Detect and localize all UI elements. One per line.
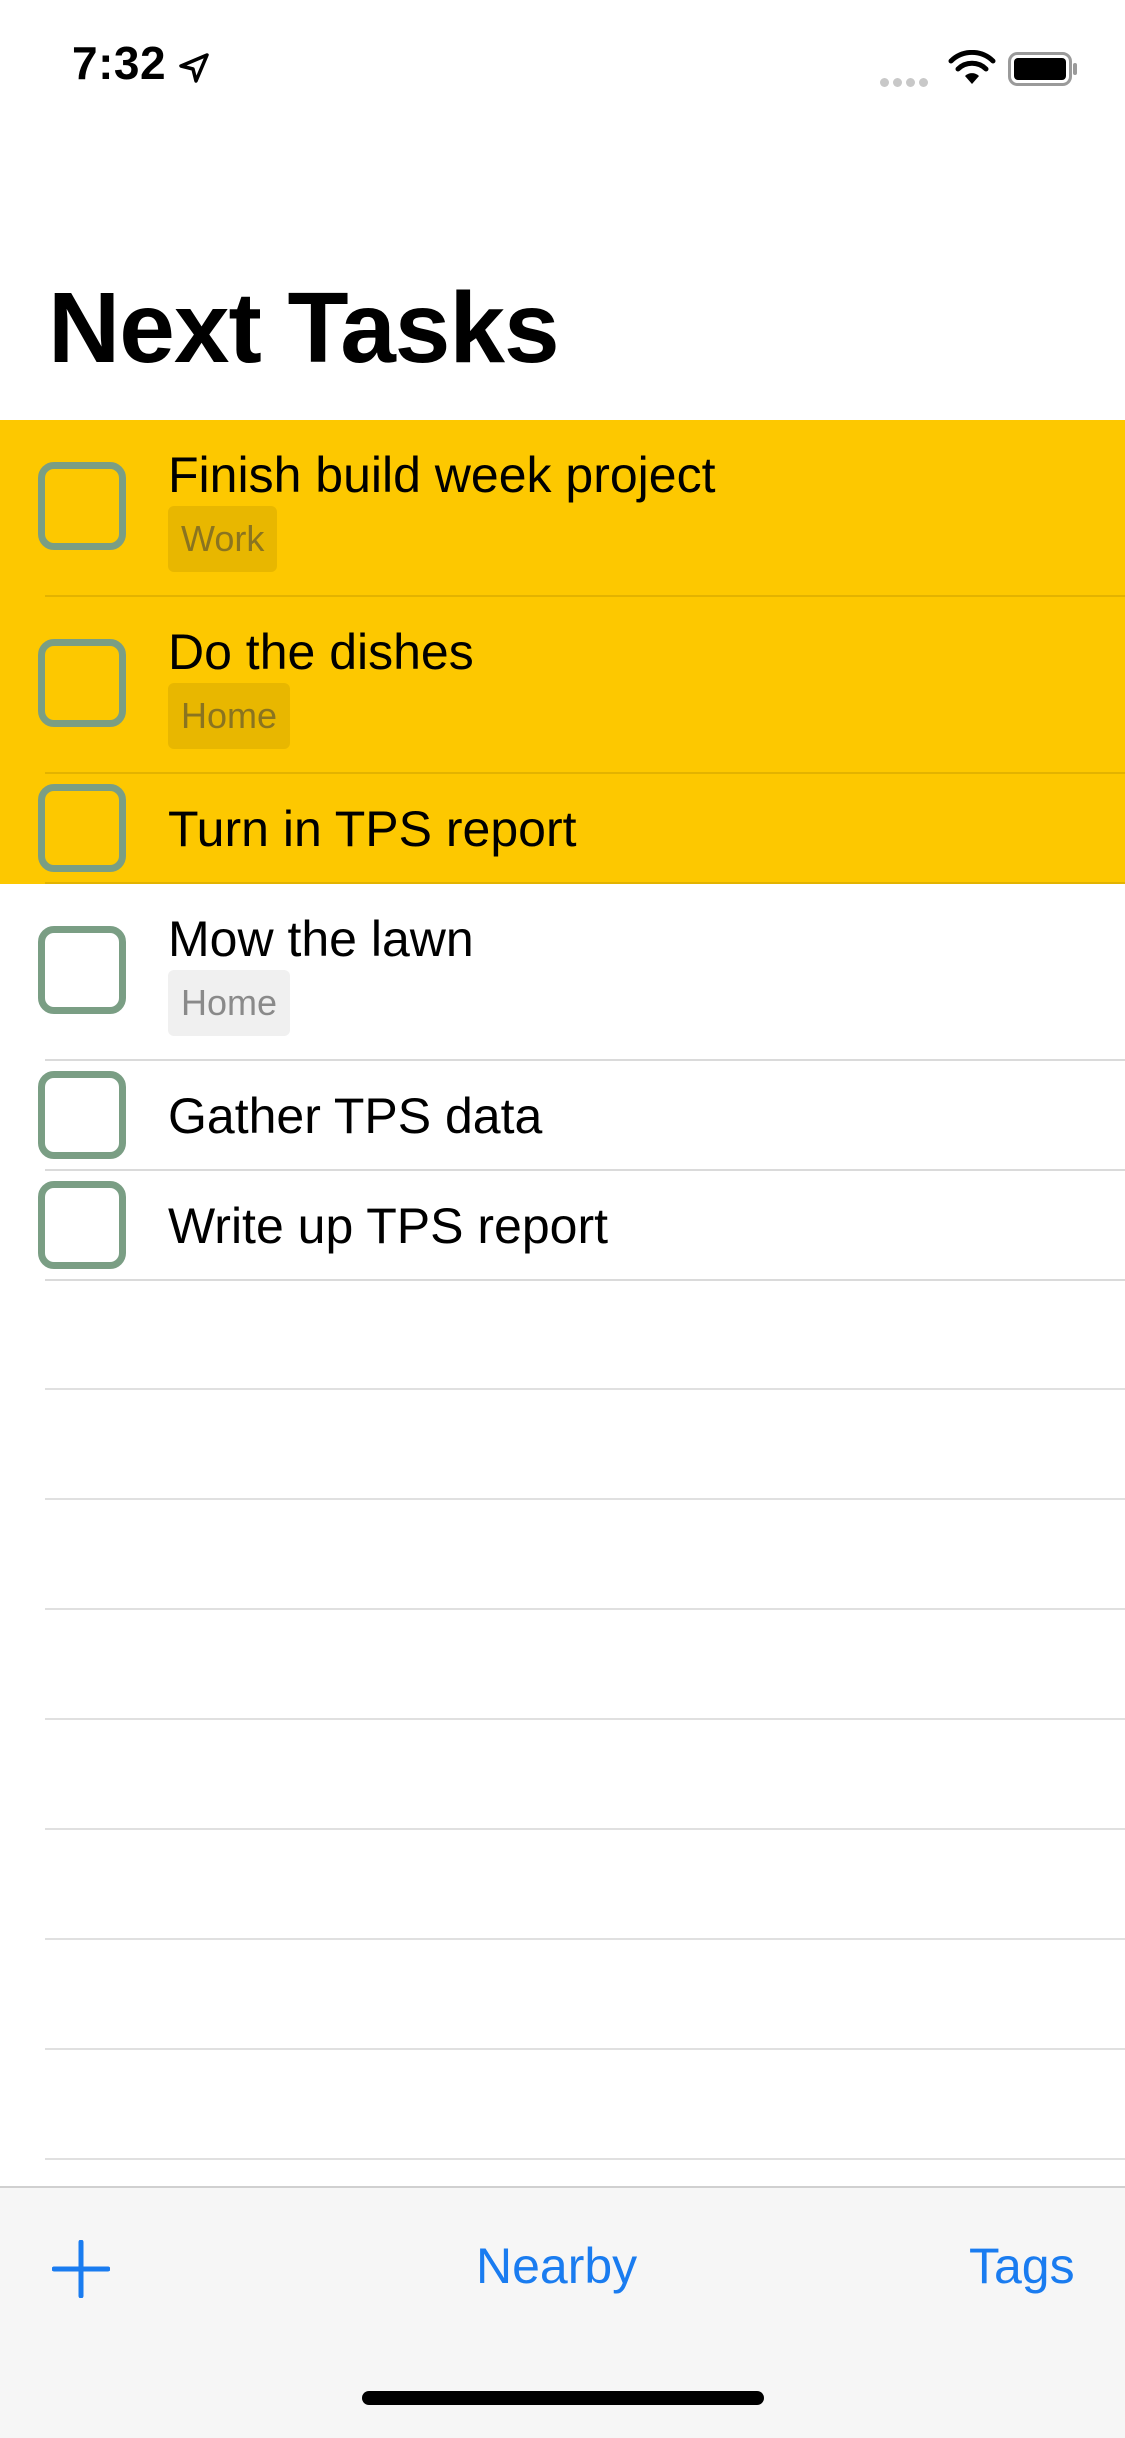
task-row[interactable]: Do the dishes Home — [0, 597, 1125, 774]
location-arrow-icon — [179, 53, 209, 83]
task-checkbox[interactable] — [38, 639, 126, 727]
task-row[interactable]: Gather TPS data — [0, 1061, 1125, 1171]
task-row[interactable]: Turn in TPS report — [0, 774, 1125, 884]
empty-list-area — [0, 1280, 1125, 2160]
task-checkbox[interactable] — [38, 784, 126, 872]
empty-row — [0, 1390, 1125, 1500]
task-row[interactable]: Mow the lawn Home — [0, 884, 1125, 1061]
task-checkbox[interactable] — [38, 1181, 126, 1269]
task-title: Write up TPS report — [168, 1198, 608, 1254]
task-tag: Home — [168, 683, 291, 749]
status-bar: 7:32 — [0, 0, 1125, 132]
page-title: Next Tasks — [48, 272, 560, 384]
cellular-signal-icon — [880, 74, 934, 87]
nearby-button[interactable]: Nearby — [476, 2236, 637, 2296]
tags-button[interactable]: Tags — [969, 2236, 1075, 2296]
task-checkbox[interactable] — [38, 1071, 126, 1159]
task-checkbox[interactable] — [38, 926, 126, 1014]
plus-icon[interactable] — [52, 2240, 110, 2298]
empty-row — [0, 1720, 1125, 1830]
task-tag: Home — [168, 970, 291, 1036]
empty-row — [0, 1940, 1125, 2050]
task-title: Do the dishes — [168, 624, 474, 680]
empty-row — [0, 1280, 1125, 1390]
battery-icon — [1008, 52, 1077, 86]
empty-row — [0, 2050, 1125, 2160]
task-tag: Work — [168, 506, 278, 572]
task-title: Turn in TPS report — [168, 801, 577, 857]
wifi-icon — [948, 50, 996, 84]
task-row[interactable]: Write up TPS report — [0, 1171, 1125, 1281]
task-checkbox[interactable] — [38, 462, 126, 550]
empty-row — [0, 1830, 1125, 1940]
empty-row — [0, 1500, 1125, 1610]
task-row[interactable]: Finish build week project Work — [0, 420, 1125, 597]
task-list: Finish build week project Work Do the di… — [0, 420, 1125, 1281]
task-title: Mow the lawn — [168, 911, 474, 967]
empty-row — [0, 1610, 1125, 1720]
task-title: Gather TPS data — [168, 1088, 543, 1144]
home-indicator[interactable] — [362, 2391, 764, 2405]
task-title: Finish build week project — [168, 447, 716, 503]
status-time: 7:32 — [72, 37, 167, 89]
